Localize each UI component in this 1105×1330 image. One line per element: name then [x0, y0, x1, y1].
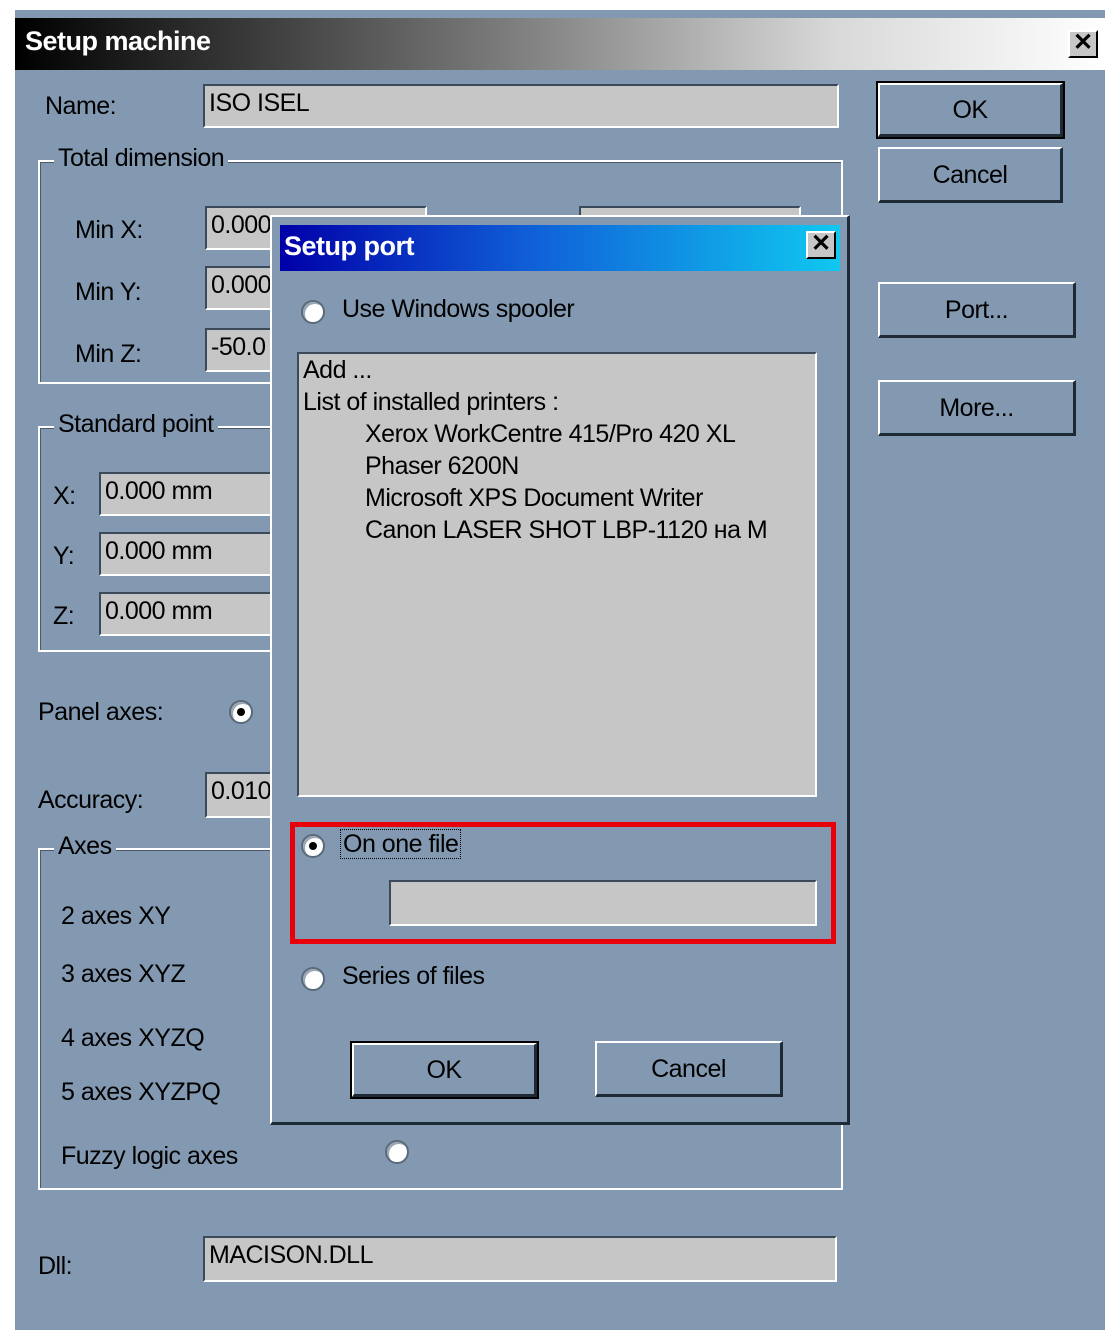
close-icon[interactable]: ✕ [806, 231, 836, 259]
list-item[interactable]: Canon LASER SHOT LBP-1120 на M [299, 514, 815, 546]
min-x-label: Min X: [75, 216, 143, 244]
axes-option-3xyz: 3 axes XYZ [61, 960, 186, 988]
dll-label: Dll: [38, 1252, 73, 1280]
close-icon[interactable]: ✕ [1068, 30, 1098, 58]
use-spooler-radio[interactable] [301, 300, 325, 324]
list-item[interactable]: Phaser 6200N [299, 450, 815, 482]
fuzzy-axes-radio[interactable] [385, 1140, 409, 1164]
dialog-title: Setup port [284, 231, 415, 261]
series-of-files-label[interactable]: Series of files [342, 962, 485, 991]
cancel-button[interactable]: Cancel [878, 147, 1063, 203]
name-field[interactable]: ISO ISEL [203, 84, 839, 128]
title-bar: Setup port [280, 225, 840, 271]
name-label: Name: [45, 92, 117, 120]
x-label: X: [53, 482, 76, 510]
group-title: Standard point [54, 410, 218, 439]
use-spooler-label[interactable]: Use Windows spooler [342, 295, 575, 324]
title-bar: Setup machine [15, 18, 1105, 70]
clipped-caption-strip [0, 0, 1105, 10]
z-label: Z: [53, 602, 75, 630]
accuracy-label: Accuracy: [38, 786, 144, 814]
y-label: Y: [53, 542, 75, 570]
panel-axes-radio[interactable] [229, 700, 253, 724]
list-item[interactable]: Microsoft XPS Document Writer [299, 482, 815, 514]
dll-field[interactable]: MACISON.DLL [203, 1236, 837, 1282]
group-title: Total dimension [54, 144, 229, 173]
axes-option-5xyzpq: 5 axes XYZPQ [61, 1078, 221, 1106]
min-z-label: Min Z: [75, 340, 142, 368]
group-title: Axes [54, 832, 116, 861]
list-item[interactable]: Xerox WorkCentre 415/Pro 420 XL [299, 418, 815, 450]
port-ok-button[interactable]: OK [350, 1041, 539, 1099]
series-of-files-radio[interactable] [301, 967, 325, 991]
min-y-label: Min Y: [75, 278, 142, 306]
list-item[interactable]: List of installed printers : [299, 386, 815, 418]
more-button[interactable]: More... [878, 380, 1076, 436]
axes-option-4xyzq: 4 axes XYZQ [61, 1024, 205, 1052]
axes-option-fuzzy: Fuzzy logic axes [61, 1142, 238, 1170]
port-cancel-button[interactable]: Cancel [595, 1041, 783, 1097]
annotation-highlight-box [290, 822, 836, 944]
dialog-title: Setup machine [25, 26, 211, 56]
port-button[interactable]: Port... [878, 282, 1076, 338]
axes-option-2xy: 2 axes XY [61, 902, 171, 930]
list-item[interactable]: Add ... [299, 354, 815, 386]
ok-button[interactable]: OK [876, 81, 1065, 139]
printers-listbox[interactable]: Add ... List of installed printers : Xer… [297, 352, 817, 797]
panel-axes-label: Panel axes: [38, 698, 164, 726]
setup-port-dialog: Setup port ✕ Use Windows spooler Add ...… [270, 215, 850, 1125]
